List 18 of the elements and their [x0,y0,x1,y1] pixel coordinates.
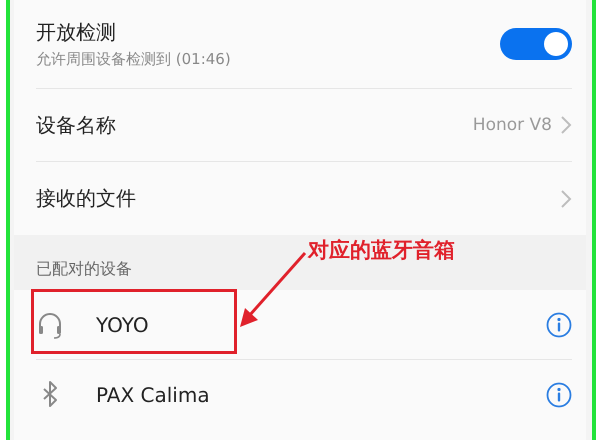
setting-subtitle: 允许周围设备检测到 (01:46) [36,50,232,69]
device-name: PAX Calima [96,383,211,407]
chevron-icon [560,188,572,208]
setting-title: 接收的文件 [36,185,137,212]
setting-title: 设备名称 [36,112,117,138]
device-name: YOYO [96,312,150,336]
setting-value: Honor V8 [472,115,552,135]
section-header: 已配对的设备 [36,259,132,280]
toggle-switch[interactable] [500,28,572,60]
settings-row[interactable]: 接收的文件 [36,162,572,235]
chevron-icon [560,115,572,135]
info-icon [546,382,572,408]
settings-row[interactable]: 开放检测 允许周围设备检测到 (01:46) [36,0,572,89]
settings-row[interactable]: 设备名称 Honor V8 [36,89,572,162]
annotation-label: 对应的蓝牙音箱 [308,237,455,264]
device-row[interactable]: PAX Calima [36,360,572,430]
setting-title: 开放检测 [36,19,117,46]
info-icon [546,312,572,338]
